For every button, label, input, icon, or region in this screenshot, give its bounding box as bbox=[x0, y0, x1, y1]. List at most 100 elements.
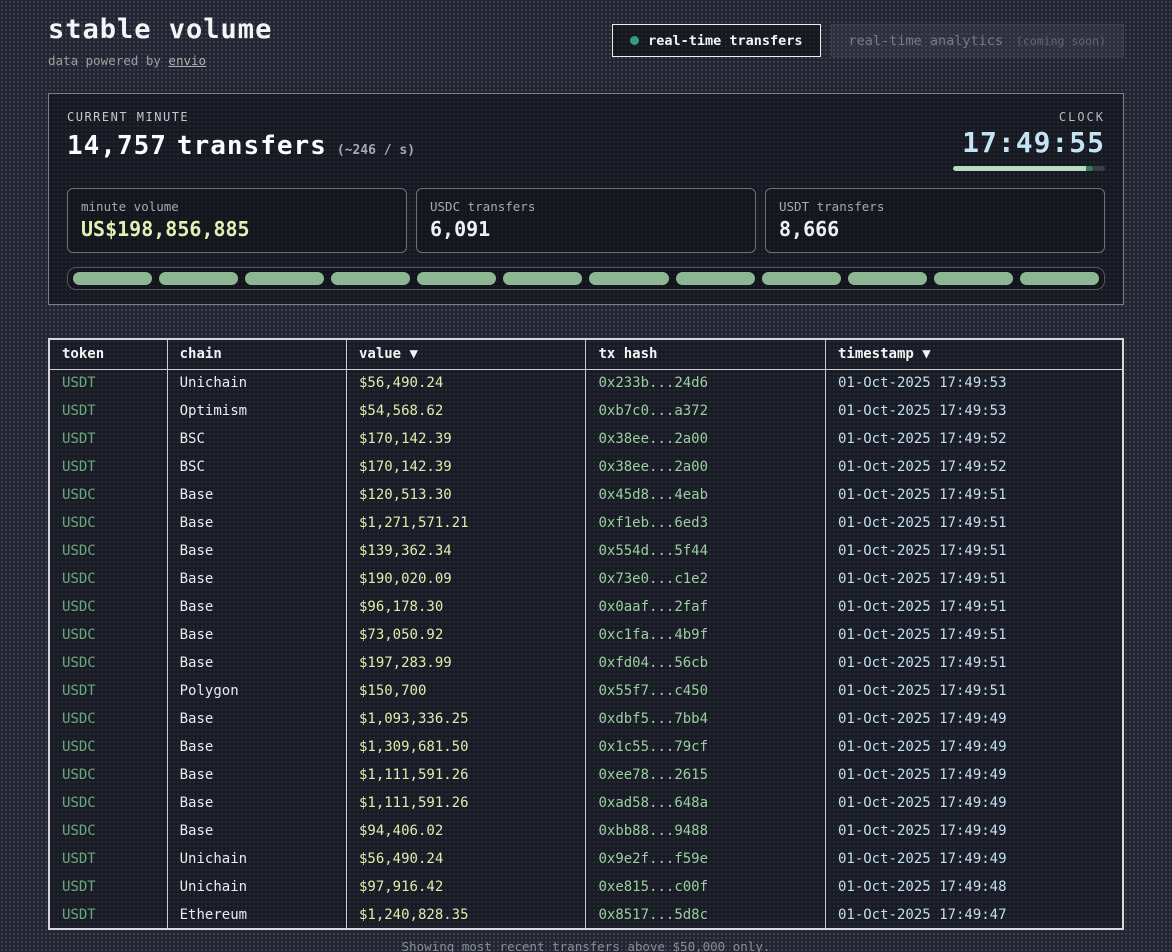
cell-token: USDT bbox=[49, 397, 167, 425]
column-header-hash[interactable]: tx hash bbox=[586, 339, 826, 369]
cell-hash[interactable]: 0x233b...24d6 bbox=[586, 369, 826, 397]
table-body: USDTUnichain$56,490.240x233b...24d601-Oc… bbox=[49, 369, 1123, 929]
coming-soon-note: (coming soon) bbox=[1016, 34, 1106, 48]
stat-card-label: USDC transfers bbox=[430, 199, 742, 214]
progress-segment bbox=[245, 272, 324, 285]
cell-hash[interactable]: 0x9e2f...f59e bbox=[586, 845, 826, 873]
clock-time: 17:49:55 bbox=[935, 126, 1105, 159]
page-title: stable volume bbox=[48, 14, 272, 45]
cell-value: $197,283.99 bbox=[346, 649, 586, 677]
cell-chain: Base bbox=[167, 481, 346, 509]
transfers-rate: (~246 / s) bbox=[337, 143, 415, 158]
cell-time: 01-Oct-2025 17:49:49 bbox=[825, 845, 1123, 873]
transfers-table: tokenchainvalue ▼tx hashtimestamp ▼ USDT… bbox=[48, 338, 1124, 930]
page: stable volume data powered by envio real… bbox=[0, 0, 1172, 952]
progress-segment bbox=[503, 272, 582, 285]
column-header-token[interactable]: token bbox=[49, 339, 167, 369]
brand: stable volume data powered by envio bbox=[48, 14, 272, 68]
cell-value: $56,490.24 bbox=[346, 845, 586, 873]
column-header-value[interactable]: value ▼ bbox=[346, 339, 586, 369]
table-header-row: tokenchainvalue ▼tx hashtimestamp ▼ bbox=[49, 339, 1123, 369]
cell-value: $120,513.30 bbox=[346, 481, 586, 509]
cell-time: 01-Oct-2025 17:49:52 bbox=[825, 425, 1123, 453]
stat-card-value: 6,091 bbox=[430, 217, 742, 241]
table-row: USDCBase$96,178.300x0aaf...2faf01-Oct-20… bbox=[49, 593, 1123, 621]
cell-hash[interactable]: 0xee78...2615 bbox=[586, 761, 826, 789]
live-dot-icon bbox=[630, 36, 639, 45]
clock-block: CLOCK 17:49:55 bbox=[935, 110, 1105, 171]
cell-hash[interactable]: 0xbb88...9488 bbox=[586, 817, 826, 845]
panel-top: CURRENT MINUTE 14,757 transfers (~246 / … bbox=[67, 110, 1105, 171]
cell-hash[interactable]: 0x0aaf...2faf bbox=[586, 593, 826, 621]
cell-token: USDT bbox=[49, 369, 167, 397]
table-row: USDTPolygon$150,7000x55f7...c45001-Oct-2… bbox=[49, 677, 1123, 705]
cell-time: 01-Oct-2025 17:49:51 bbox=[825, 481, 1123, 509]
progress-segment bbox=[417, 272, 496, 285]
cell-time: 01-Oct-2025 17:49:52 bbox=[825, 453, 1123, 481]
progress-segment bbox=[73, 272, 152, 285]
table-row: USDCBase$120,513.300x45d8...4eab01-Oct-2… bbox=[49, 481, 1123, 509]
column-header-chain[interactable]: chain bbox=[167, 339, 346, 369]
cell-chain: Base bbox=[167, 649, 346, 677]
cell-time: 01-Oct-2025 17:49:53 bbox=[825, 397, 1123, 425]
cell-hash[interactable]: 0xe815...c00f bbox=[586, 873, 826, 901]
progress-segment bbox=[159, 272, 238, 285]
clock-label: CLOCK bbox=[935, 110, 1105, 124]
table-row: USDTOptimism$54,568.620xb7c0...a37201-Oc… bbox=[49, 397, 1123, 425]
cell-value: $150,700 bbox=[346, 677, 586, 705]
minute-progress-segments bbox=[67, 267, 1105, 290]
cell-token: USDC bbox=[49, 789, 167, 817]
cell-chain: Ethereum bbox=[167, 901, 346, 929]
table-row: USDCBase$1,093,336.250xdbf5...7bb401-Oct… bbox=[49, 705, 1123, 733]
envio-link[interactable]: envio bbox=[168, 53, 206, 68]
cell-value: $1,111,591.26 bbox=[346, 761, 586, 789]
table-row: USDTUnichain$97,916.420xe815...c00f01-Oc… bbox=[49, 873, 1123, 901]
progress-segment bbox=[934, 272, 1013, 285]
cell-chain: Base bbox=[167, 621, 346, 649]
cell-time: 01-Oct-2025 17:49:51 bbox=[825, 565, 1123, 593]
cell-hash[interactable]: 0xad58...648a bbox=[586, 789, 826, 817]
table-row: USDCBase$1,111,591.260xee78...261501-Oct… bbox=[49, 761, 1123, 789]
cell-hash[interactable]: 0x1c55...79cf bbox=[586, 733, 826, 761]
cell-chain: Base bbox=[167, 509, 346, 537]
cell-token: USDC bbox=[49, 733, 167, 761]
cell-time: 01-Oct-2025 17:49:51 bbox=[825, 621, 1123, 649]
cell-time: 01-Oct-2025 17:49:49 bbox=[825, 817, 1123, 845]
progress-segment bbox=[762, 272, 841, 285]
cell-time: 01-Oct-2025 17:49:51 bbox=[825, 649, 1123, 677]
cell-hash[interactable]: 0x38ee...2a00 bbox=[586, 453, 826, 481]
cell-value: $1,309,681.50 bbox=[346, 733, 586, 761]
cell-chain: BSC bbox=[167, 425, 346, 453]
cell-hash[interactable]: 0x45d8...4eab bbox=[586, 481, 826, 509]
tab-real-time-analytics[interactable]: real-time analytics (coming soon) bbox=[831, 24, 1124, 57]
cell-token: USDC bbox=[49, 509, 167, 537]
table-row: USDTUnichain$56,490.240x9e2f...f59e01-Oc… bbox=[49, 845, 1123, 873]
cell-hash[interactable]: 0xc1fa...4b9f bbox=[586, 621, 826, 649]
cell-value: $190,020.09 bbox=[346, 565, 586, 593]
cell-time: 01-Oct-2025 17:49:51 bbox=[825, 593, 1123, 621]
cell-hash[interactable]: 0xdbf5...7bb4 bbox=[586, 705, 826, 733]
cell-time: 01-Oct-2025 17:49:49 bbox=[825, 761, 1123, 789]
table-row: USDTBSC$170,142.390x38ee...2a0001-Oct-20… bbox=[49, 425, 1123, 453]
table-row: USDTBSC$170,142.390x38ee...2a0001-Oct-20… bbox=[49, 453, 1123, 481]
cell-hash[interactable]: 0x55f7...c450 bbox=[586, 677, 826, 705]
cell-hash[interactable]: 0xb7c0...a372 bbox=[586, 397, 826, 425]
cell-token: USDT bbox=[49, 873, 167, 901]
column-header-time[interactable]: timestamp ▼ bbox=[825, 339, 1123, 369]
table-row: USDCBase$1,111,591.260xad58...648a01-Oct… bbox=[49, 789, 1123, 817]
cell-token: USDC bbox=[49, 817, 167, 845]
cell-chain: Base bbox=[167, 733, 346, 761]
cell-chain: Base bbox=[167, 705, 346, 733]
cell-hash[interactable]: 0x73e0...c1e2 bbox=[586, 565, 826, 593]
tab-real-time-transfers[interactable]: real-time transfers bbox=[612, 24, 820, 57]
cell-hash[interactable]: 0xfd04...56cb bbox=[586, 649, 826, 677]
cell-hash[interactable]: 0x554d...5f44 bbox=[586, 537, 826, 565]
cell-chain: Base bbox=[167, 817, 346, 845]
minute-summary: CURRENT MINUTE 14,757 transfers (~246 / … bbox=[67, 110, 415, 161]
cell-token: USDC bbox=[49, 481, 167, 509]
tab-label: real-time transfers bbox=[648, 33, 802, 49]
cell-hash[interactable]: 0x8517...5d8c bbox=[586, 901, 826, 929]
section-label: CURRENT MINUTE bbox=[67, 110, 415, 124]
cell-hash[interactable]: 0x38ee...2a00 bbox=[586, 425, 826, 453]
cell-hash[interactable]: 0xf1eb...6ed3 bbox=[586, 509, 826, 537]
